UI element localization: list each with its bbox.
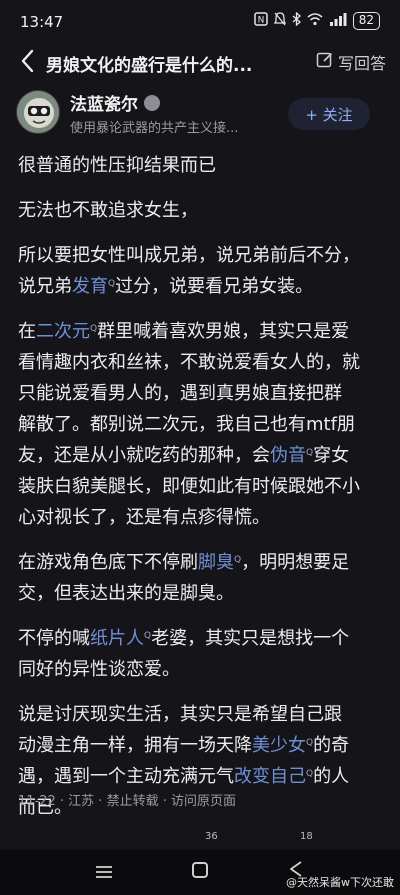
text-span: 说兄弟 [18,276,72,297]
keyword-link[interactable]: 改变自己Q [234,766,313,787]
header: 男娘文化的盛行是什么的... 写回答 [0,42,400,82]
keyword-link[interactable]: 发育Q [72,276,115,297]
search-mark-icon: Q [144,631,152,641]
svg-text:N: N [257,16,264,26]
paragraph: 很普通的性压抑结果而已 [18,150,386,181]
text-line: 交，但表达出来的是脚臭。 [18,583,234,604]
paragraph: 在二次元Q群里喊着喜欢男娘，其实只是爱 看情趣内衣和丝袜，不敢说爱看女人的，就 … [18,316,386,533]
text-line: 在游戏角色底下不停刷脚臭Q，明明想要足 [18,547,386,578]
answer-content: 很普通的性压抑结果而已 无法也不敢追求女生， 所以要把女性叫成兄弟，说兄弟前后不… [18,150,386,837]
search-mark-icon: Q [108,279,116,289]
text-span: 遇，遇到一个主动充满元气 [18,766,234,787]
text-span: 穿女 [313,445,350,466]
question-title[interactable]: 男娘文化的盛行是什么的... [46,51,252,76]
search-mark-icon: Q [90,324,98,334]
text-line: 说是讨厌现实生活，其实只是希望自己跟 [18,704,342,725]
avatar[interactable] [16,90,60,134]
text-span: 的奇 [313,735,350,756]
text-span: 不停的喊 [18,628,90,649]
author-name[interactable]: 法蓝瓷尔 [70,90,160,115]
author-description: 使用暴论武器的共产主义接... [70,121,239,136]
text-span: 群里喊着喜欢男娘，其实只是爱 [97,321,350,342]
search-mark-icon: Q [306,738,314,748]
battery-icon: 82 [352,12,380,30]
text-span: ，明明想要足 [241,552,350,573]
author-row: 法蓝瓷尔 使用暴论武器的共产主义接... + 关注 [0,88,400,144]
text-line: 动漫主角一样，拥有一场天降美少女Q的奇 [18,730,386,761]
keyword-text: 发育 [72,276,108,297]
keyword-link[interactable]: 美少女Q [252,735,313,756]
write-answer-button[interactable]: 写回答 [316,50,386,74]
search-mark-icon: Q [234,555,242,565]
screen: 13:47 N 82 男娘文化的盛行是什么的... 写回答 法蓝瓷尔 使用暴论武… [0,0,400,895]
text-span: 过分，说要看兄弟女装。 [115,276,314,297]
text-line: 解散了。都别说二次元，我自己也有mtf朋 [18,414,355,435]
keyword-text: 二次元 [36,321,90,342]
text-span: 的人 [313,766,350,787]
home-icon[interactable] [192,862,208,878]
paragraph: 在游戏角色底下不停刷脚臭Q，明明想要足 交，但表达出来的是脚臭。 [18,547,386,609]
follow-button[interactable]: + 关注 [288,98,370,130]
wifi-icon [307,12,323,30]
text-line: 心对视长了，还是有点疹得慌。 [18,507,270,528]
mute-icon [273,12,286,30]
menu-icon[interactable] [96,864,112,883]
search-mark-icon: Q [306,769,314,779]
keyword-link[interactable]: 二次元Q [36,321,97,342]
keyword-text: 改变自己 [234,766,306,787]
verified-badge-icon [144,94,160,111]
text-line: 装肤白貌美腿长，即便如此有时候跟她不小 [18,476,360,497]
paragraph: 不停的喊纸片人Q老婆，其实只是想找一个 同好的异性谈恋爱。 [18,623,386,685]
search-mark-icon: Q [306,448,314,458]
text-span: 友，还是从小就吃药的那种，会 [18,445,270,466]
status-bar: 13:47 N 82 [0,0,400,40]
keyword-link[interactable]: 纸片人Q [90,628,151,649]
text-line: 友，还是从小就吃药的那种，会伪音Q穿女 [18,440,386,471]
author-name-text: 法蓝瓷尔 [70,95,138,115]
keyword-link[interactable]: 脚臭Q [198,552,241,573]
text-line: 同好的异性谈恋爱。 [18,659,180,680]
nfc-icon: N [253,12,268,30]
text-span: 在 [18,321,36,342]
comment-count[interactable]: 18 [300,831,313,842]
paragraph: 无法也不敢追求女生， [18,195,386,226]
keyword-text: 纸片人 [90,628,144,649]
paragraph: 所以要把女性叫成兄弟，说兄弟前后不分， 说兄弟发育Q过分，说要看兄弟女装。 [18,240,386,302]
text-span: 老婆，其实只是想找一个 [151,628,350,649]
status-time: 13:47 [20,13,64,31]
write-answer-label: 写回答 [337,54,386,73]
signal-icon [329,12,347,30]
text-line: 遇，遇到一个主动充满元气改变自己Q的人 [18,761,386,792]
keyword-text: 美少女 [252,735,306,756]
text-line: 不停的喊纸片人Q老婆，其实只是想找一个 [18,623,386,654]
text-line: 说兄弟发育Q过分，说要看兄弟女装。 [18,271,386,302]
weibo-watermark: @天然呆酱w下次还敢 [286,876,394,889]
like-count[interactable]: 36 [205,831,218,842]
status-icons: N 82 [253,11,380,30]
text-line: 所以要把女性叫成兄弟，说兄弟前后不分， [18,245,360,266]
text-line: 在二次元Q群里喊着喜欢男娘，其实只是爱 [18,316,386,347]
answer-meta[interactable]: 11-22 · 江苏 · 禁止转载 · 访问原页面 [18,790,236,809]
text-line: 无法也不敢追求女生， [18,200,198,221]
keyword-text: 伪音 [270,445,306,466]
text-span: 动漫主角一样，拥有一场天降 [18,735,252,756]
bluetooth-icon [292,11,301,30]
text-line: 很普通的性压抑结果而已 [18,155,216,176]
keyword-link[interactable]: 伪音Q [270,445,313,466]
back-arrow-icon[interactable] [18,48,40,74]
text-span: 在游戏角色底下不停刷 [18,552,198,573]
edit-icon [316,51,334,73]
text-line: 看情趣内衣和丝袜，不敢说爱看女人的，就 [18,352,360,373]
text-line: 只能说爱看男人的，遇到真男娘直接把群 [18,383,342,404]
keyword-text: 脚臭 [198,552,234,573]
